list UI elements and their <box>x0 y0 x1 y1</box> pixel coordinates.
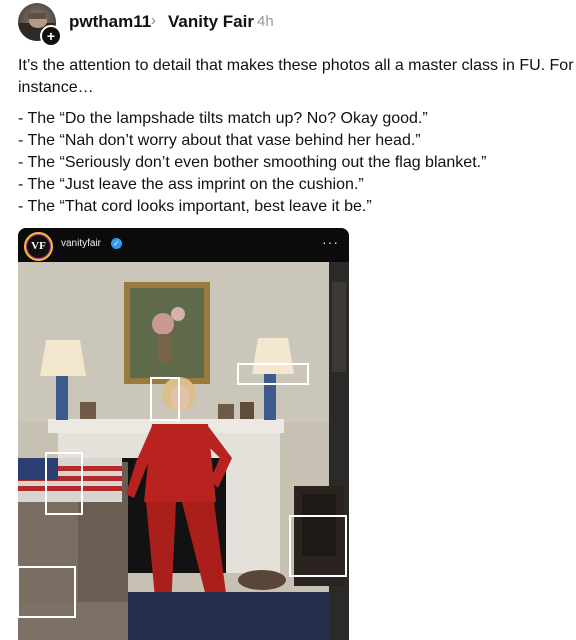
chevron-right-icon: › <box>151 12 156 29</box>
more-options-icon[interactable]: ··· <box>322 234 339 250</box>
list-item: - The “That cord looks important, best l… <box>18 198 372 215</box>
username[interactable]: pwtham11 <box>69 12 151 32</box>
list-item: - The “Do the lampshade tilts match up? … <box>18 110 428 127</box>
list-item: - The “Seriously don’t even bother smoot… <box>18 154 487 171</box>
embed-account-name[interactable]: vanityfair <box>61 238 101 249</box>
community-name[interactable]: Vanity Fair <box>168 12 254 32</box>
verified-badge-icon: ✓ <box>111 238 122 249</box>
embed-header: VF vanityfair ✓ ··· <box>18 228 349 262</box>
vanityfair-logo[interactable]: VF <box>24 232 53 261</box>
timestamp: 4h <box>257 13 274 30</box>
embedded-instagram-post[interactable]: VF vanityfair ✓ ··· <box>18 228 349 640</box>
post-paragraph: It’s the attention to detail that makes … <box>18 57 574 96</box>
detail-list: - The “Do the lampshade tilts match up? … <box>18 108 574 218</box>
post-body: It’s the attention to detail that makes … <box>18 55 574 218</box>
post-header: + pwtham11 › Vanity Fair 4h <box>0 0 576 47</box>
list-item: - The “Just leave the ass imprint on the… <box>18 176 364 193</box>
follow-badge[interactable]: + <box>40 25 62 47</box>
list-item: - The “Nah don’t worry about that vase b… <box>18 132 421 149</box>
post-photo[interactable] <box>18 262 349 640</box>
